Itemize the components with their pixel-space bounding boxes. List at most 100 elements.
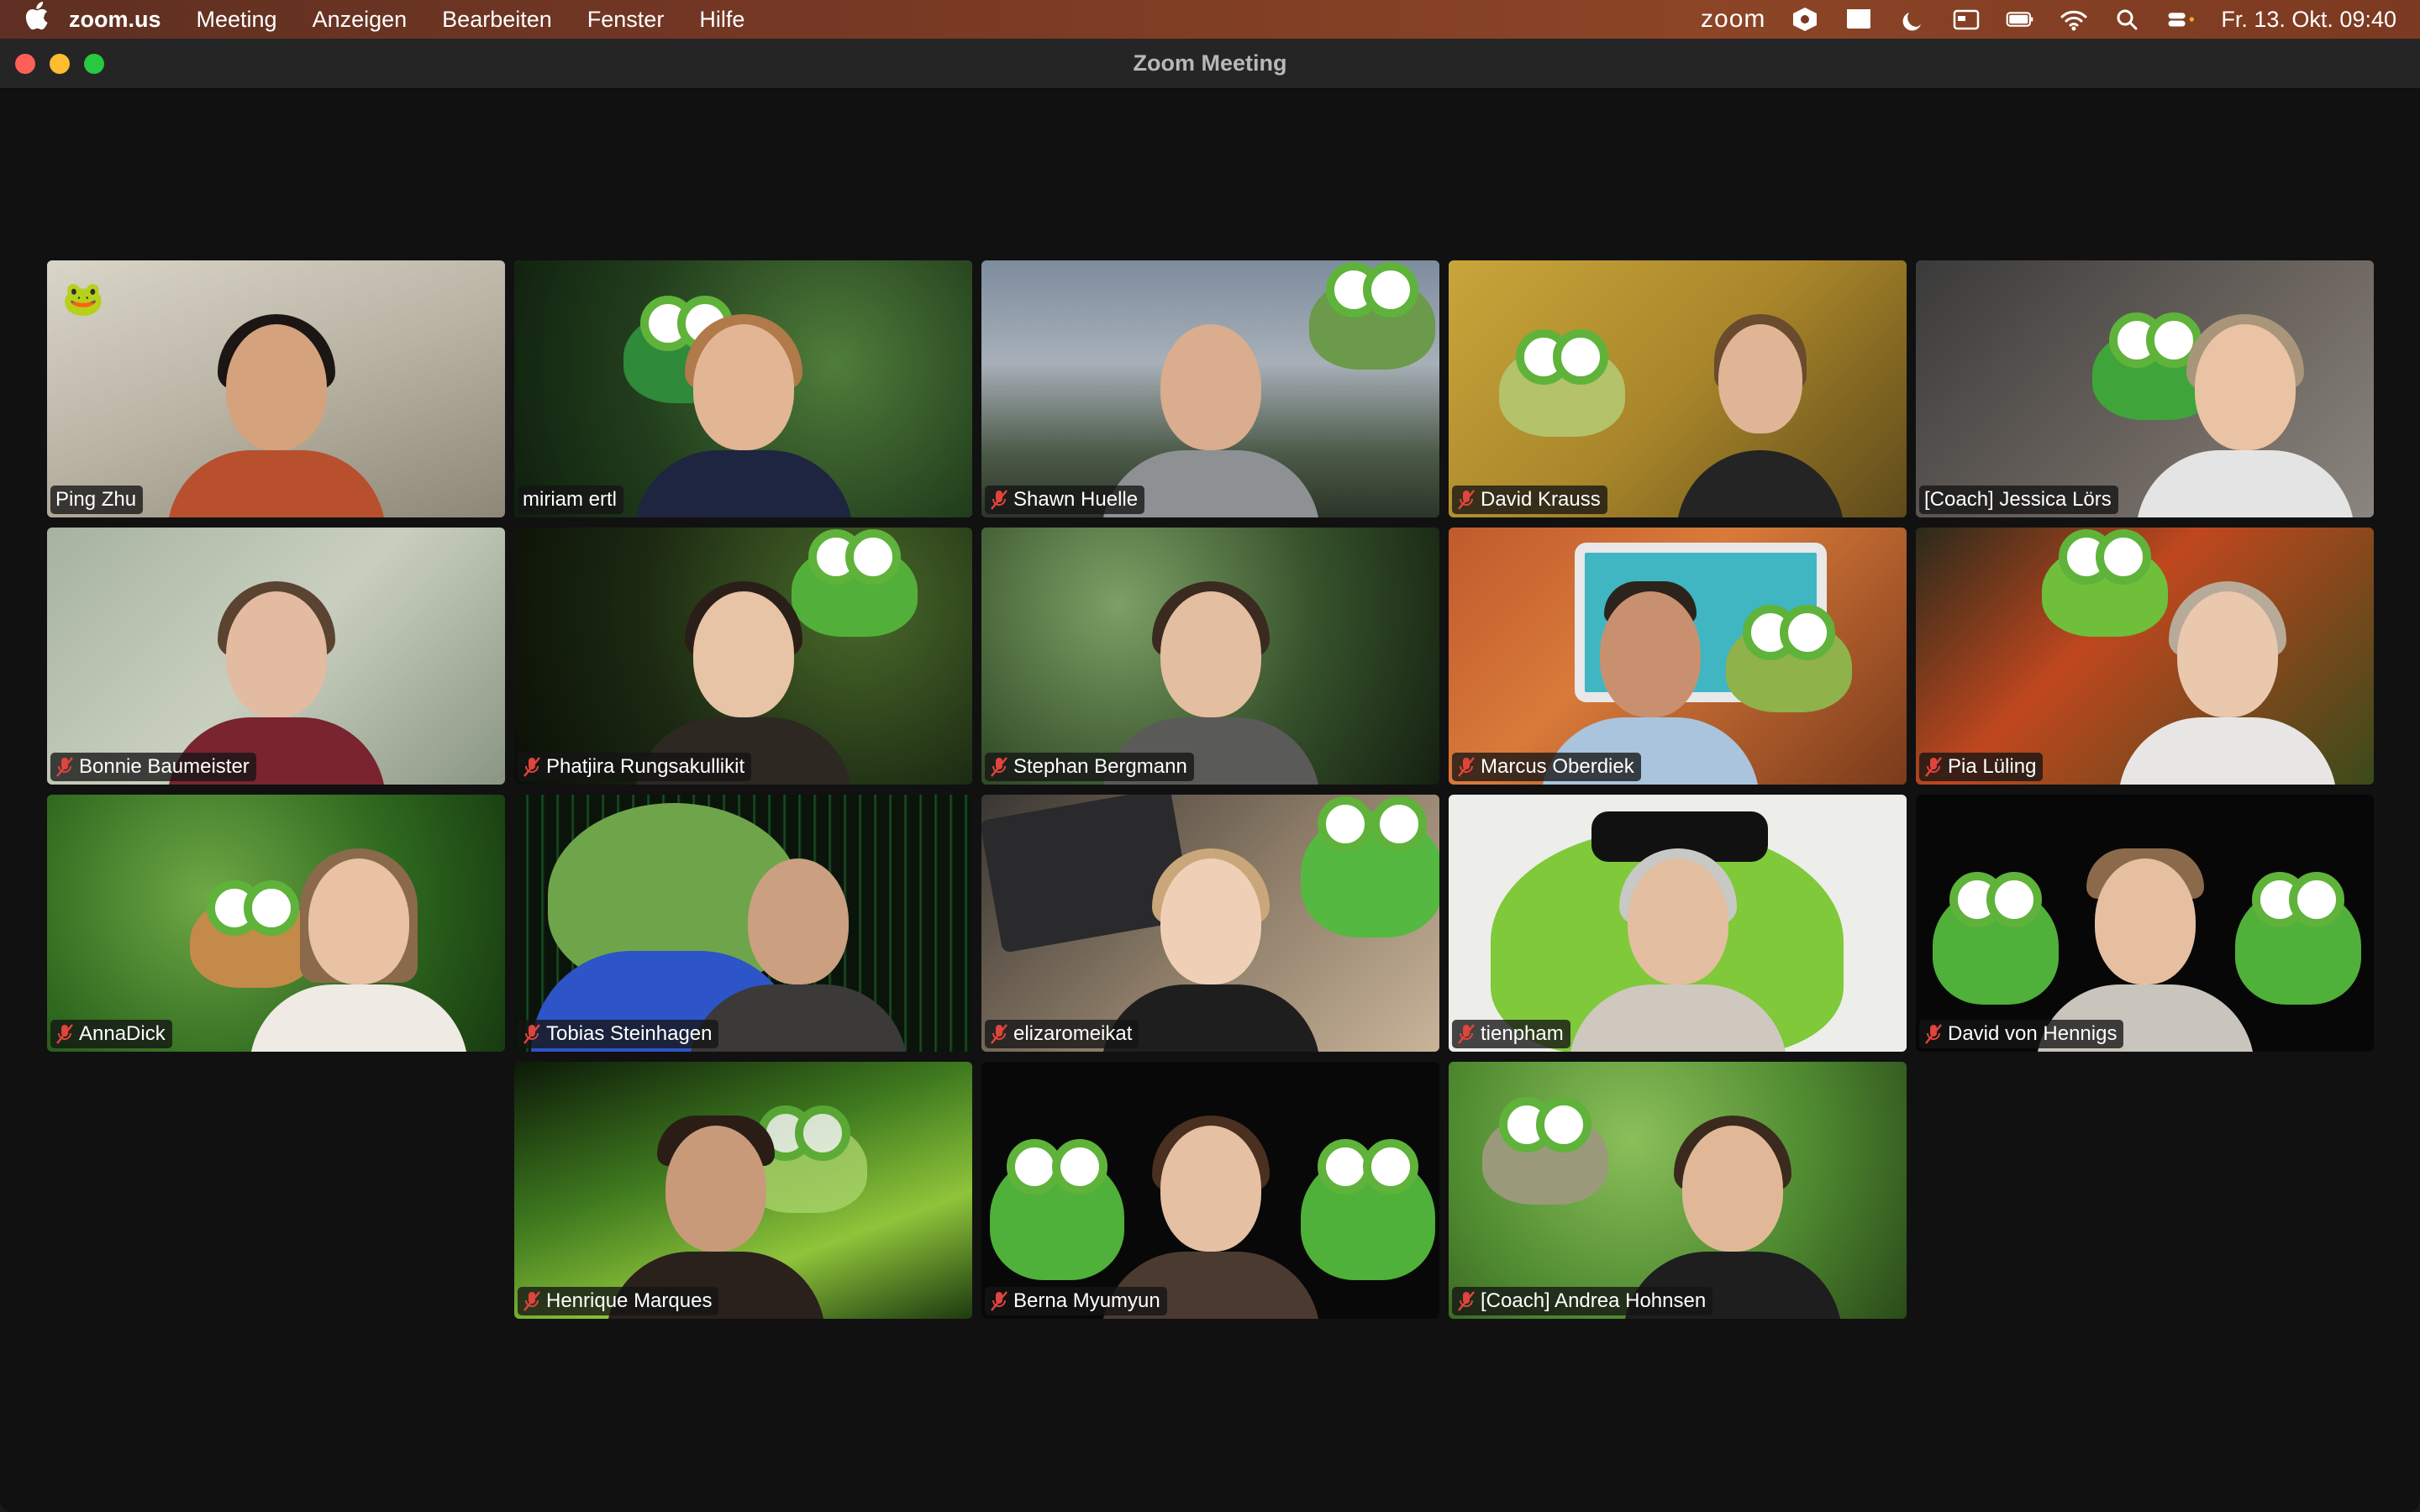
participant-name-label: David von Hennigs [1919,1020,2124,1048]
participant-name: Phatjira Rungsakullikit [546,755,745,778]
zoom-status-item[interactable]: zoom [1701,5,1765,34]
video-tile[interactable]: [Coach] Andrea Hohnsen [1449,1062,1907,1319]
muted-mic-icon [523,1290,541,1312]
clapper-icon[interactable] [1844,7,1873,32]
participant-name: miriam ertl [523,488,617,511]
muted-mic-icon [1457,489,1476,511]
menu-bearbeiten[interactable]: Bearbeiten [442,7,552,33]
spotlight-search-icon[interactable] [2113,7,2142,32]
kermit-background-decoration [1301,1139,1435,1280]
muted-mic-icon [990,489,1008,511]
control-center-icon[interactable] [2167,7,2196,32]
frog-background-decoration [1499,329,1625,437]
video-tile[interactable]: Bonnie Baumeister [47,528,505,785]
muted-mic-icon [1457,1023,1476,1045]
menubar-clock[interactable]: Fr. 13. Okt. 09:40 [2221,7,2396,33]
participant-name-label: Henrique Marques [518,1287,719,1315]
participant-name: [Coach] Andrea Hohnsen [1481,1289,1707,1312]
kermit-background-decoration [1301,796,1439,937]
kermit-background-decoration [990,1139,1124,1280]
window-titlebar: Zoom Meeting [0,39,2420,89]
participant-name: David von Hennigs [1948,1022,2118,1045]
battery-icon[interactable] [2006,7,2034,32]
muted-mic-icon [1924,756,1943,778]
participant-name: elizaromeikat [1013,1022,1133,1045]
video-tile[interactable]: AnnaDick [47,795,505,1052]
menu-hilfe[interactable]: Hilfe [699,7,744,33]
frog-background-decoration [1482,1097,1608,1205]
participant-name: Bonnie Baumeister [79,755,250,778]
status-area: zoom Fr. 13. Okt. 09:40 [1701,5,2396,34]
window-manager-icon[interactable] [1952,7,1981,32]
participant-name-label: Pia Lüling [1919,753,2044,781]
frog-background-decoration [1726,605,1852,712]
muted-mic-icon [55,1023,74,1045]
participant-name-label: David Krauss [1452,486,1607,514]
gallery-view: 🐸 Ping Zhu miriam ertl Shawn Huelle Davi… [0,89,2420,1512]
participant-name: Henrique Marques [546,1289,713,1312]
muted-mic-icon [523,1023,541,1045]
participant-name-label: tienpham [1452,1020,1570,1048]
participant-name: Tobias Steinhagen [546,1022,713,1045]
video-tile[interactable]: David von Hennigs [1916,795,2374,1052]
muted-mic-icon [523,756,541,778]
kermit-background-decoration [1933,872,2059,1005]
menu-anzeigen[interactable]: Anzeigen [313,7,408,33]
participant-name-label: Ping Zhu [50,486,144,514]
participant-name: Ping Zhu [55,488,137,511]
participant-name-label: elizaromeikat [985,1020,1139,1048]
muted-mic-icon [1457,756,1476,778]
video-tile-active-speaker[interactable]: miriam ertl [514,260,972,517]
video-tile[interactable]: David Krauss [1449,260,1907,517]
video-tile[interactable]: Phatjira Rungsakullikit [514,528,972,785]
participant-name: Shawn Huelle [1013,488,1139,511]
menu-fenster[interactable]: Fenster [587,7,665,33]
kermit-background-decoration [2235,872,2361,1005]
participant-name-label: miriam ertl [518,486,623,514]
window-title: Zoom Meeting [1133,50,1287,76]
frog-background-decoration [1309,262,1435,370]
participant-name-label: [Coach] Andrea Hohnsen [1452,1287,1713,1315]
participant-name: Marcus Oberdiek [1481,755,1634,778]
video-tile[interactable]: Berna Myumyun [981,1062,1439,1319]
video-tile[interactable]: Marcus Oberdiek [1449,528,1907,785]
video-tile[interactable]: Henrique Marques [514,1062,972,1319]
video-tile[interactable]: Pia Lüling [1916,528,2374,785]
participant-name: AnnaDick [79,1022,166,1045]
muted-mic-icon [1457,1290,1476,1312]
participant-name: Berna Myumyun [1013,1289,1160,1312]
participant-name: Pia Lüling [1948,755,2037,778]
video-tile[interactable]: tienpham [1449,795,1907,1052]
macos-menubar: zoom.us Meeting Anzeigen Bearbeiten Fens… [0,0,2420,39]
apple-icon[interactable] [24,2,64,37]
participant-name: Stephan Bergmann [1013,755,1187,778]
video-tile[interactable]: [Coach] Jessica Lörs [1916,260,2374,517]
muted-mic-icon [1924,1023,1943,1045]
video-tile[interactable]: Shawn Huelle [981,260,1439,517]
participant-name-label: [Coach] Jessica Lörs [1919,486,2118,514]
menu-app-name[interactable]: zoom.us [69,7,161,33]
participant-name-label: AnnaDick [50,1020,172,1048]
frog-emoji-icon: 🐸 [62,281,104,318]
participant-name: tienpham [1481,1022,1564,1045]
wifi-icon[interactable] [2060,7,2088,32]
video-tile[interactable]: elizaromeikat [981,795,1439,1052]
participant-name-label: Marcus Oberdiek [1452,753,1641,781]
participant-name: [Coach] Jessica Lörs [1924,488,2112,511]
hexagon-app-icon[interactable] [1791,7,1819,32]
participant-name-label: Shawn Huelle [985,486,1145,514]
participant-name-label: Phatjira Rungsakullikit [518,753,752,781]
muted-mic-icon [990,1290,1008,1312]
focus-moon-icon[interactable] [1898,7,1927,32]
participant-name-label: Stephan Bergmann [985,753,1194,781]
participant-name: David Krauss [1481,488,1601,511]
zoom-meeting-window: Zoom Meeting 🐸 Ping Zhu miriam ertl Shaw… [0,39,2420,1512]
muted-mic-icon [55,756,74,778]
video-tile[interactable]: 🐸 Ping Zhu [47,260,505,517]
menu-meeting[interactable]: Meeting [197,7,277,33]
video-tile[interactable]: Tobias Steinhagen [514,795,972,1052]
participant-name-label: Bonnie Baumeister [50,753,256,781]
muted-mic-icon [990,756,1008,778]
video-tile[interactable]: Stephan Bergmann [981,528,1439,785]
muted-mic-icon [990,1023,1008,1045]
